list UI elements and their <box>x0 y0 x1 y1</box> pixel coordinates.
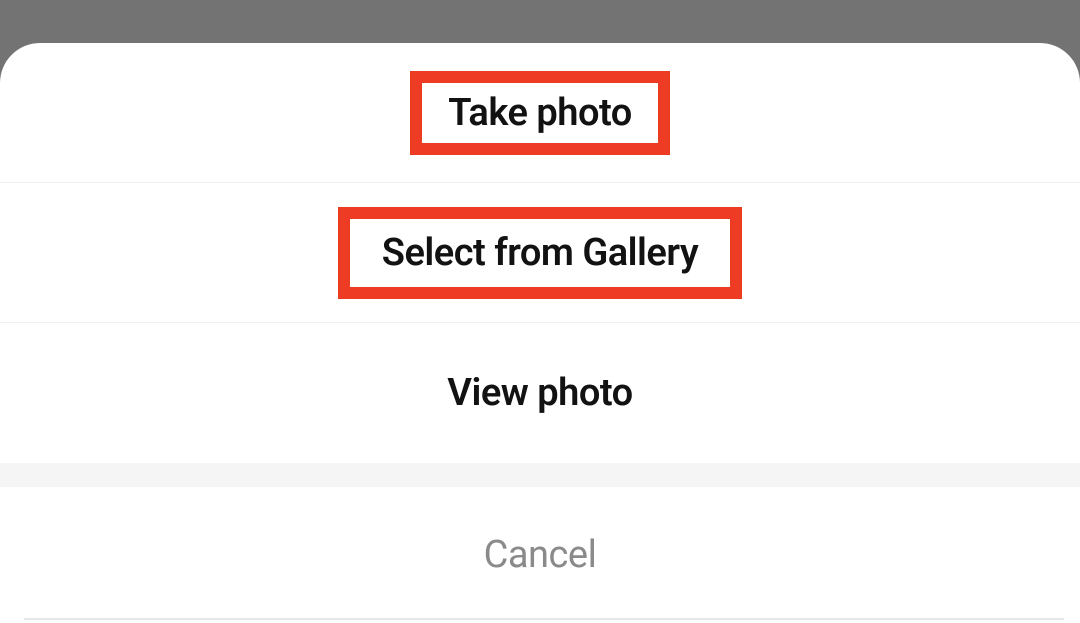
highlight-box: Select from Gallery <box>338 207 742 299</box>
bottom-hairline <box>24 618 1064 620</box>
select-from-gallery-option[interactable]: Select from Gallery <box>0 183 1080 323</box>
cancel-button[interactable]: Cancel <box>0 487 1080 623</box>
view-photo-option[interactable]: View photo <box>0 323 1080 463</box>
view-photo-label: View photo <box>447 371 632 415</box>
cancel-label: Cancel <box>484 533 597 577</box>
take-photo-option[interactable]: Take photo <box>0 43 1080 183</box>
action-sheet: Take photo Select from Gallery View phot… <box>0 43 1080 623</box>
sheet-divider <box>0 463 1080 487</box>
select-from-gallery-label: Select from Gallery <box>382 231 698 275</box>
take-photo-label: Take photo <box>448 91 632 135</box>
highlight-box: Take photo <box>410 71 670 155</box>
